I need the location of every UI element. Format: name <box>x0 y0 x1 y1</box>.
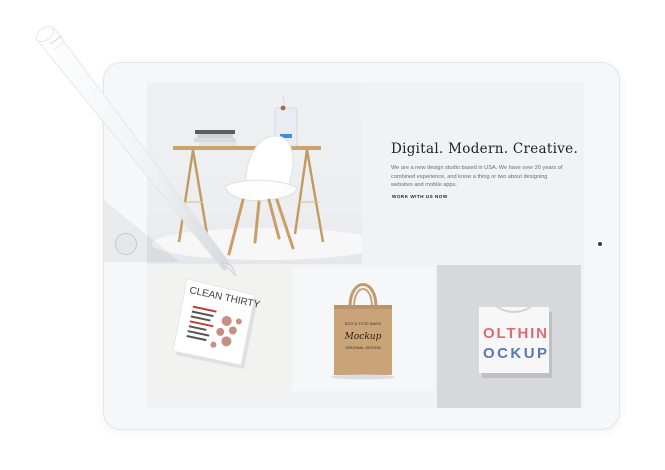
hero-description: We are a new design studio based in USA.… <box>391 165 563 189</box>
shirt-print-line-2: OCKUP <box>483 345 547 362</box>
hero-image-desk-chair <box>147 84 362 264</box>
shirt-print-line-1: OLTHIN <box>483 325 547 342</box>
tshirt-mockup-image: OLTHIN OCKUP <box>479 306 552 378</box>
hero-headline: Digital. Modern. Creative. <box>391 141 579 157</box>
product-tile-magazine[interactable]: CLEAN THIRTY <box>147 267 291 391</box>
tote-bag-mockup-image: ECO & TOTE BAGS Mockup ORIGINAL DESIGN <box>331 283 395 380</box>
product-tile-tote-bag[interactable]: ECO & TOTE BAGS Mockup ORIGINAL DESIGN <box>292 267 435 391</box>
work-with-us-link[interactable]: WORK WITH US NOW <box>392 194 448 199</box>
camera-icon <box>598 242 602 246</box>
bag-print-line-3: ORIGINAL DESIGN <box>345 345 381 350</box>
magazine-mockup-image: CLEAN THIRTY <box>172 278 261 369</box>
product-tile-tshirt[interactable]: OLTHIN OCKUP <box>437 265 581 408</box>
bag-print-line-2: Mockup <box>344 332 382 342</box>
bag-print-line-1: ECO & TOTE BAGS <box>345 321 382 326</box>
home-button-icon[interactable] <box>115 233 137 255</box>
desk-chair-illustration <box>152 95 362 260</box>
